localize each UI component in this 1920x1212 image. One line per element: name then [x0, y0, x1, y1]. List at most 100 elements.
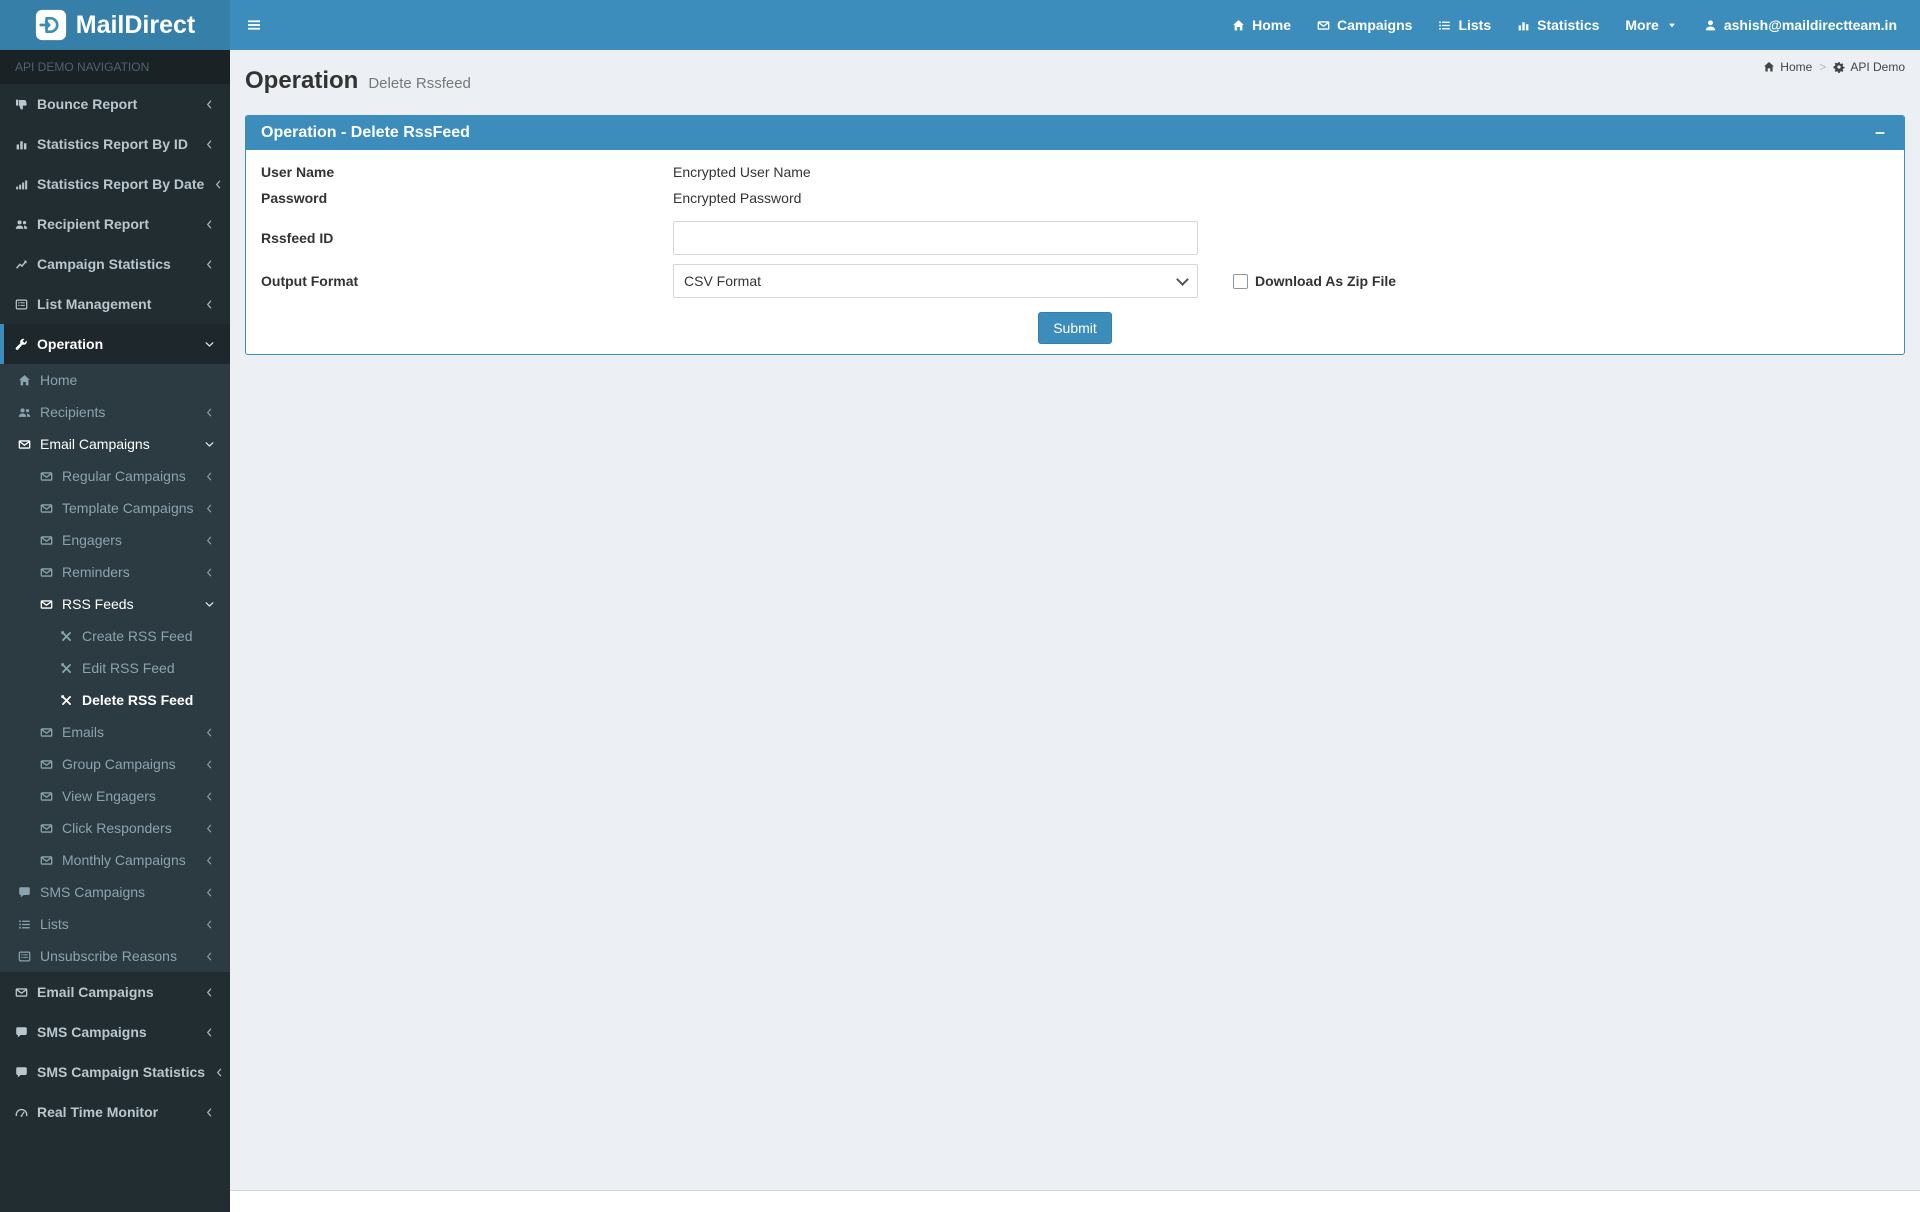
sidebar-item-home[interactable]: Home: [0, 364, 230, 396]
sidebar-item-statistics-report-by-date[interactable]: Statistics Report By Date: [0, 164, 230, 204]
sidebar-item-unsubscribe-reasons[interactable]: Unsubscribe Reasons: [0, 940, 230, 972]
chevron-left-icon: [204, 535, 215, 546]
chevron-left-icon: [204, 299, 215, 310]
page-title: Operation Delete Rssfeed: [245, 64, 1905, 100]
chevron-left-icon: [204, 99, 215, 110]
collapse-panel-button[interactable]: [1871, 124, 1889, 142]
nav-item-campaigns[interactable]: Campaigns: [1304, 0, 1425, 50]
username-label: User Name: [261, 164, 335, 180]
wrench-icon: [15, 338, 28, 351]
envelope-icon: [40, 854, 53, 867]
sidebar-item-label: Operation: [37, 336, 104, 352]
sidebar-item-label: RSS Feeds: [62, 596, 134, 612]
navbar-right: Home Campaigns Lists Statistics More ashish@m…: [230, 0, 1920, 50]
thumbs-down-icon: [15, 98, 28, 111]
download-zip-checkbox[interactable]: [1233, 273, 1248, 289]
sidebar-item-edit-rss-feed[interactable]: Edit RSS Feed: [0, 652, 230, 684]
nav-item-home[interactable]: Home: [1219, 0, 1304, 50]
breadcrumb-item-api-demo[interactable]: API Demo: [1833, 60, 1905, 74]
content-header: Operation Delete Rssfeed Home > API Demo: [230, 50, 1920, 115]
sidebar-item-group-campaigns[interactable]: Group Campaigns: [0, 748, 230, 780]
envelope-icon: [40, 566, 53, 579]
sidebar-item-view-engagers[interactable]: View Engagers: [0, 780, 230, 812]
sidebar-item-label: Reminders: [62, 564, 130, 580]
sidebar-item-reminders[interactable]: Reminders: [0, 556, 230, 588]
sidebar-item-email-campaigns[interactable]: Email Campaigns: [0, 428, 230, 460]
sidebar-item-rss-feeds[interactable]: RSS Feeds: [0, 588, 230, 620]
envelope-icon: [40, 822, 53, 835]
sidebar-item-label: SMS Campaigns: [37, 1024, 147, 1040]
bar-chart-icon: [15, 138, 28, 151]
nav-item-more[interactable]: More: [1612, 0, 1690, 50]
sidebar-item-recipient-report[interactable]: Recipient Report: [0, 204, 230, 244]
sidebar-item-engagers[interactable]: Engagers: [0, 524, 230, 556]
output-format-select[interactable]: CSV Format: [673, 264, 1198, 298]
home-icon: [1232, 19, 1245, 32]
password-value: Encrypted Password: [673, 190, 802, 206]
navbar-menu: Home Campaigns Lists Statistics More ashish@m…: [1219, 0, 1920, 50]
sidebar-item-delete-rss-feed[interactable]: Delete RSS Feed: [0, 684, 230, 716]
download-zip-label: Download As Zip File: [1255, 273, 1397, 289]
output-format-label: Output Format: [261, 273, 359, 289]
chevron-left-icon: [204, 503, 215, 514]
sidebar-item-click-responders[interactable]: Click Responders: [0, 812, 230, 844]
home-icon: [1763, 61, 1775, 73]
sidebar-item-label: Bounce Report: [37, 96, 138, 112]
brand-logo[interactable]: MailDirect: [0, 0, 230, 50]
sidebar-item-recipients[interactable]: Recipients: [0, 396, 230, 428]
sidebar-item-template-campaigns[interactable]: Template Campaigns: [0, 492, 230, 524]
sidebar-item-campaign-statistics[interactable]: Campaign Statistics: [0, 244, 230, 284]
chevron-left-icon: [204, 259, 215, 270]
sidebar-item-label: Delete RSS Feed: [82, 692, 194, 708]
sidebar-item-sms-campaign-statistics[interactable]: SMS Campaign Statistics: [0, 1052, 230, 1092]
page-title-text: Operation: [245, 67, 359, 94]
chevron-left-icon: [204, 987, 215, 998]
nav-item-statistics[interactable]: Statistics: [1504, 0, 1612, 50]
sidebar-item-lists[interactable]: Lists: [0, 908, 230, 940]
sidebar-item-list-management[interactable]: List Management: [0, 284, 230, 324]
envelope-icon: [1317, 19, 1330, 32]
breadcrumb-separator: >: [1819, 60, 1827, 74]
envelope-icon: [40, 598, 53, 611]
nav-item-ashish-maildirectteam-in[interactable]: ashish@maildirectteam.in: [1691, 0, 1910, 50]
rssfeed-id-input[interactable]: [673, 221, 1198, 255]
bar-chart-icon: [1517, 19, 1530, 32]
username-value: Encrypted User Name: [673, 164, 811, 180]
sidebar-item-label: SMS Campaign Statistics: [37, 1064, 206, 1080]
sidebar-item-operation[interactable]: Operation: [0, 324, 230, 364]
sidebar-item-label: Edit RSS Feed: [82, 660, 175, 676]
breadcrumb-item-home[interactable]: Home: [1763, 60, 1812, 74]
comment-icon: [18, 886, 31, 899]
submit-button[interactable]: Submit: [1038, 312, 1112, 344]
sidebar-item-create-rss-feed[interactable]: Create RSS Feed: [0, 620, 230, 652]
sidebar: API DEMO NAVIGATION Bounce Report Statist…: [0, 50, 230, 1212]
sidebar-item-statistics-report-by-id[interactable]: Statistics Report By ID: [0, 124, 230, 164]
top-navbar: MailDirect Home Campaigns Lists Statistics M…: [0, 0, 1920, 50]
sidebar-item-label: Statistics Report By Date: [37, 176, 205, 192]
chevron-left-icon: [213, 179, 224, 190]
chevron-left-icon: [204, 1107, 215, 1118]
sidebar-item-sms-campaigns[interactable]: SMS Campaigns: [0, 876, 230, 908]
nav-item-label: Home: [1252, 17, 1291, 33]
chevron-down-icon: [204, 439, 215, 450]
sidebar-item-label: Engagers: [62, 532, 122, 548]
list-icon: [1438, 19, 1451, 32]
chevron-left-icon: [214, 1067, 225, 1078]
gauge-icon: [15, 1106, 28, 1119]
tools-icon: [60, 694, 73, 707]
sidebar-item-monthly-campaigns[interactable]: Monthly Campaigns: [0, 844, 230, 876]
chevron-left-icon: [204, 823, 215, 834]
nav-item-label: ashish@maildirectteam.in: [1723, 17, 1897, 33]
sidebar-item-emails[interactable]: Emails: [0, 716, 230, 748]
sidebar-item-bounce-report[interactable]: Bounce Report: [0, 84, 230, 124]
sidebar-item-regular-campaigns[interactable]: Regular Campaigns: [0, 460, 230, 492]
sidebar-toggle-button[interactable]: [230, 0, 278, 50]
sidebar-item-email-campaigns[interactable]: Email Campaigns: [0, 972, 230, 1012]
sidebar-item-real-time-monitor[interactable]: Real Time Monitor: [0, 1092, 230, 1132]
nav-item-lists[interactable]: Lists: [1425, 0, 1504, 50]
sidebar-item-sms-campaigns[interactable]: SMS Campaigns: [0, 1012, 230, 1052]
chevron-left-icon: [204, 951, 215, 962]
sidebar-item-label: Click Responders: [62, 820, 172, 836]
sidebar-item-label: Email Campaigns: [37, 984, 154, 1000]
chevron-left-icon: [204, 727, 215, 738]
